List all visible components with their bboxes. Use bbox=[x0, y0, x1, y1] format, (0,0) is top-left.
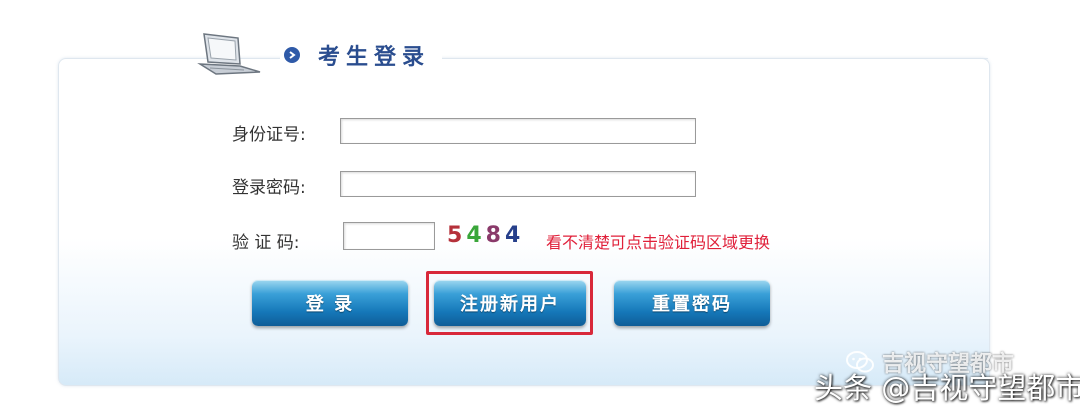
captcha-digit: 5 bbox=[447, 223, 467, 248]
captcha-input[interactable] bbox=[343, 222, 435, 250]
register-highlight-box bbox=[426, 271, 593, 335]
reset-password-button[interactable]: 重置密码 bbox=[614, 280, 770, 326]
captcha-hint: 看不清楚可点击验证码区域更换 bbox=[546, 233, 771, 252]
page-title: 考生登录 bbox=[318, 45, 431, 70]
captcha-digit: 4 bbox=[466, 223, 486, 248]
arrow-right-icon bbox=[284, 47, 300, 63]
captcha-digit: 8 bbox=[485, 223, 505, 248]
captcha-image[interactable]: 5484 bbox=[447, 223, 524, 248]
id-number-label: 身份证号: bbox=[232, 125, 306, 145]
captcha-label: 验 证 码: bbox=[232, 233, 300, 253]
login-button[interactable]: 登 录 bbox=[252, 280, 408, 326]
captcha-digit: 4 bbox=[504, 223, 525, 248]
watermark-big: 头条 @吉视守望都市 bbox=[814, 371, 1080, 405]
password-label: 登录密码: bbox=[232, 178, 306, 198]
login-panel bbox=[58, 58, 990, 386]
password-input[interactable] bbox=[340, 171, 696, 197]
header: 考生登录 bbox=[280, 38, 443, 72]
id-number-input[interactable] bbox=[340, 118, 696, 144]
laptop-icon bbox=[197, 33, 261, 75]
